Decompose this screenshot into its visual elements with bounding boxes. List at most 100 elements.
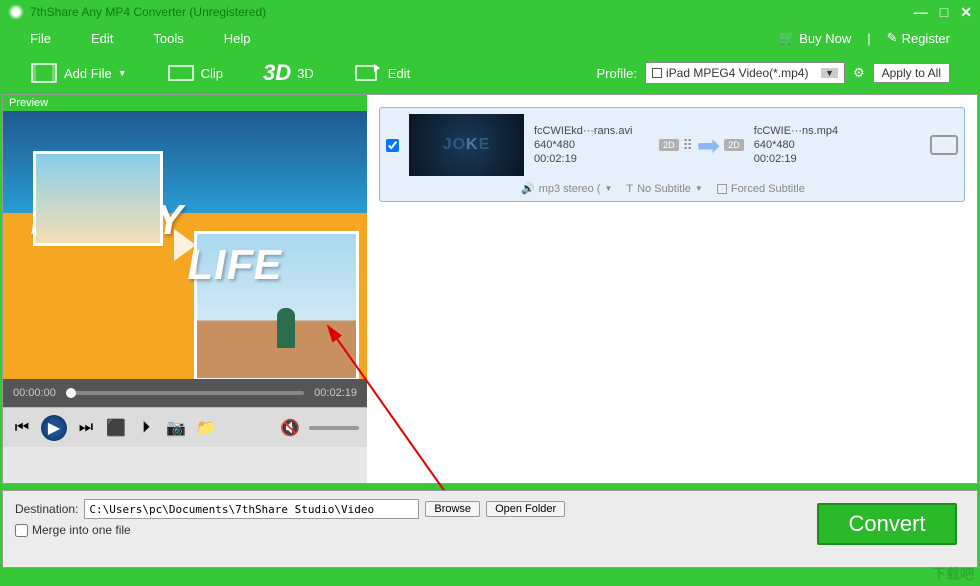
device-icon — [652, 68, 662, 78]
pen-icon: ✎ — [887, 30, 898, 46]
text-icon: T — [626, 183, 633, 195]
time-current: 00:00:00 — [13, 387, 56, 399]
stop-button[interactable]: ⬛ — [105, 417, 127, 439]
subtitle-select[interactable]: T No Subtitle ▼ — [626, 183, 702, 195]
title-bar: 7thShare Any MP4 Converter (Unregistered… — [0, 0, 980, 24]
register-label: Register — [902, 31, 950, 46]
film-icon — [30, 62, 58, 84]
file-item[interactable]: JOKE fcCWIEkd···rans.avi 640*480 00:02:1… — [379, 107, 965, 202]
dropdown-icon: ▼ — [118, 68, 127, 78]
target-info: fcCWIE···ns.mp4 640*480 00:02:19 — [754, 125, 869, 165]
convert-button[interactable]: Convert — [817, 503, 957, 545]
preview-scene-1 — [33, 151, 163, 246]
speaker-icon: 🔊 — [521, 182, 535, 195]
preview-panel: Preview 00:00:00 00:02:19 ⏮ ▶ ⏭ ⬛ ⏵ 📷 📁 … — [3, 95, 367, 483]
target-filename: fcCWIE···ns.mp4 — [754, 125, 869, 137]
browse-button[interactable]: Browse — [425, 501, 480, 517]
edit-label: Edit — [388, 66, 410, 81]
device-preview-icon[interactable] — [930, 135, 958, 155]
checkbox-icon — [717, 184, 727, 194]
mute-button[interactable]: 🔇 — [279, 417, 301, 439]
maximize-button[interactable]: □ — [940, 4, 948, 21]
dots-icon: ⠿ — [683, 137, 693, 154]
clip-button[interactable]: Clip — [167, 62, 223, 84]
conversion-arrow: 2D ⠿ ➡ 2D — [659, 129, 744, 162]
edit-icon — [354, 62, 382, 84]
chevron-down-icon: ▼ — [604, 184, 612, 193]
arrow-icon: ➡ — [697, 129, 720, 162]
chevron-down-icon: ▼ — [821, 68, 838, 78]
preview-scene-2 — [194, 231, 359, 379]
3d-button[interactable]: 3D 3D — [263, 60, 314, 86]
app-logo-icon — [8, 4, 24, 20]
profile-select[interactable]: iPad MPEG4 Video(*.mp4) ▼ — [645, 62, 845, 84]
file-list-panel: JOKE fcCWIEkd···rans.avi 640*480 00:02:1… — [367, 95, 977, 483]
toolbar: Add File ▼ Clip 3D 3D Edit Profile: iPad… — [0, 52, 980, 94]
profile-value: iPad MPEG4 Video(*.mp4) — [666, 66, 809, 80]
apply-to-all-button[interactable]: Apply to All — [873, 63, 950, 83]
destination-input[interactable] — [84, 499, 419, 519]
bottom-panel: Destination: Browse Open Folder Merge in… — [2, 490, 978, 568]
file-thumbnail[interactable]: JOKE — [409, 114, 524, 176]
forced-subtitle-label: Forced Subtitle — [731, 183, 805, 195]
clip-icon — [167, 62, 195, 84]
profile-label: Profile: — [597, 66, 637, 81]
folder-button[interactable]: 📁 — [195, 417, 217, 439]
next-button[interactable]: ⏵ — [135, 417, 157, 439]
source-info: fcCWIEkd···rans.avi 640*480 00:02:19 — [534, 125, 649, 165]
menu-file[interactable]: File — [30, 31, 51, 46]
3d-label: 3D — [297, 66, 314, 81]
playback-controls: ⏮ ▶ ⏭ ⬛ ⏵ 📷 📁 🔇 — [3, 407, 367, 447]
open-folder-button[interactable]: Open Folder — [486, 501, 565, 517]
preview-image[interactable] — [3, 111, 367, 379]
close-button[interactable]: ✕ — [960, 4, 972, 21]
source-filename: fcCWIEkd···rans.avi — [534, 125, 649, 137]
badge-target: 2D — [724, 139, 744, 151]
add-file-button[interactable]: Add File ▼ — [30, 62, 127, 84]
audio-select[interactable]: 🔊 mp3 stereo ( ▼ — [521, 182, 612, 195]
rewind-button[interactable]: ⏮ — [11, 417, 33, 439]
window-controls: — □ ✕ — [914, 4, 972, 21]
subtitle-value: No Subtitle — [637, 183, 691, 195]
clip-label: Clip — [201, 66, 223, 81]
edit-button[interactable]: Edit — [354, 62, 410, 84]
timeline-track[interactable] — [66, 391, 304, 395]
destination-label: Destination: — [15, 502, 78, 516]
cart-icon: 🛒 — [779, 30, 795, 46]
register-button[interactable]: ✎ Register — [887, 30, 950, 46]
forward-button[interactable]: ⏭ — [75, 417, 97, 439]
timeline[interactable]: 00:00:00 00:02:19 — [3, 379, 367, 407]
minimize-button[interactable]: — — [914, 4, 928, 21]
main-area: Preview 00:00:00 00:02:19 ⏮ ▶ ⏭ ⬛ ⏵ 📷 📁 … — [2, 94, 978, 484]
snapshot-button[interactable]: 📷 — [165, 417, 187, 439]
settings-icon[interactable]: ⚙ — [853, 65, 865, 81]
badge-source: 2D — [659, 139, 679, 151]
window-title: 7thShare Any MP4 Converter (Unregistered… — [30, 5, 266, 19]
volume-slider[interactable] — [309, 426, 359, 430]
menu-bar: File Edit Tools Help 🛒 Buy Now | ✎ Regis… — [0, 24, 980, 52]
time-total: 00:02:19 — [314, 387, 357, 399]
menu-edit[interactable]: Edit — [91, 31, 113, 46]
play-button[interactable]: ▶ — [41, 415, 67, 441]
target-duration: 00:02:19 — [754, 153, 869, 165]
source-resolution: 640*480 — [534, 139, 649, 151]
watermark: 下载吧 — [932, 564, 974, 584]
menu-tools[interactable]: Tools — [153, 31, 183, 46]
source-duration: 00:02:19 — [534, 153, 649, 165]
preview-label: Preview — [3, 95, 367, 111]
merge-label: Merge into one file — [32, 523, 131, 537]
forced-subtitle-toggle[interactable]: Forced Subtitle — [717, 183, 805, 195]
menu-help[interactable]: Help — [224, 31, 251, 46]
target-resolution: 640*480 — [754, 139, 869, 151]
file-checkbox[interactable] — [386, 139, 399, 152]
3d-icon: 3D — [263, 60, 291, 86]
audio-value: mp3 stereo ( — [539, 183, 601, 195]
add-file-label: Add File — [64, 66, 112, 81]
separator: | — [867, 31, 870, 46]
chevron-down-icon: ▼ — [695, 184, 703, 193]
convert-label: Convert — [848, 511, 925, 537]
play-overlay-icon[interactable] — [174, 229, 196, 261]
buy-now-label: Buy Now — [799, 31, 851, 46]
buy-now-button[interactable]: 🛒 Buy Now — [779, 30, 851, 46]
merge-checkbox[interactable] — [15, 524, 28, 537]
